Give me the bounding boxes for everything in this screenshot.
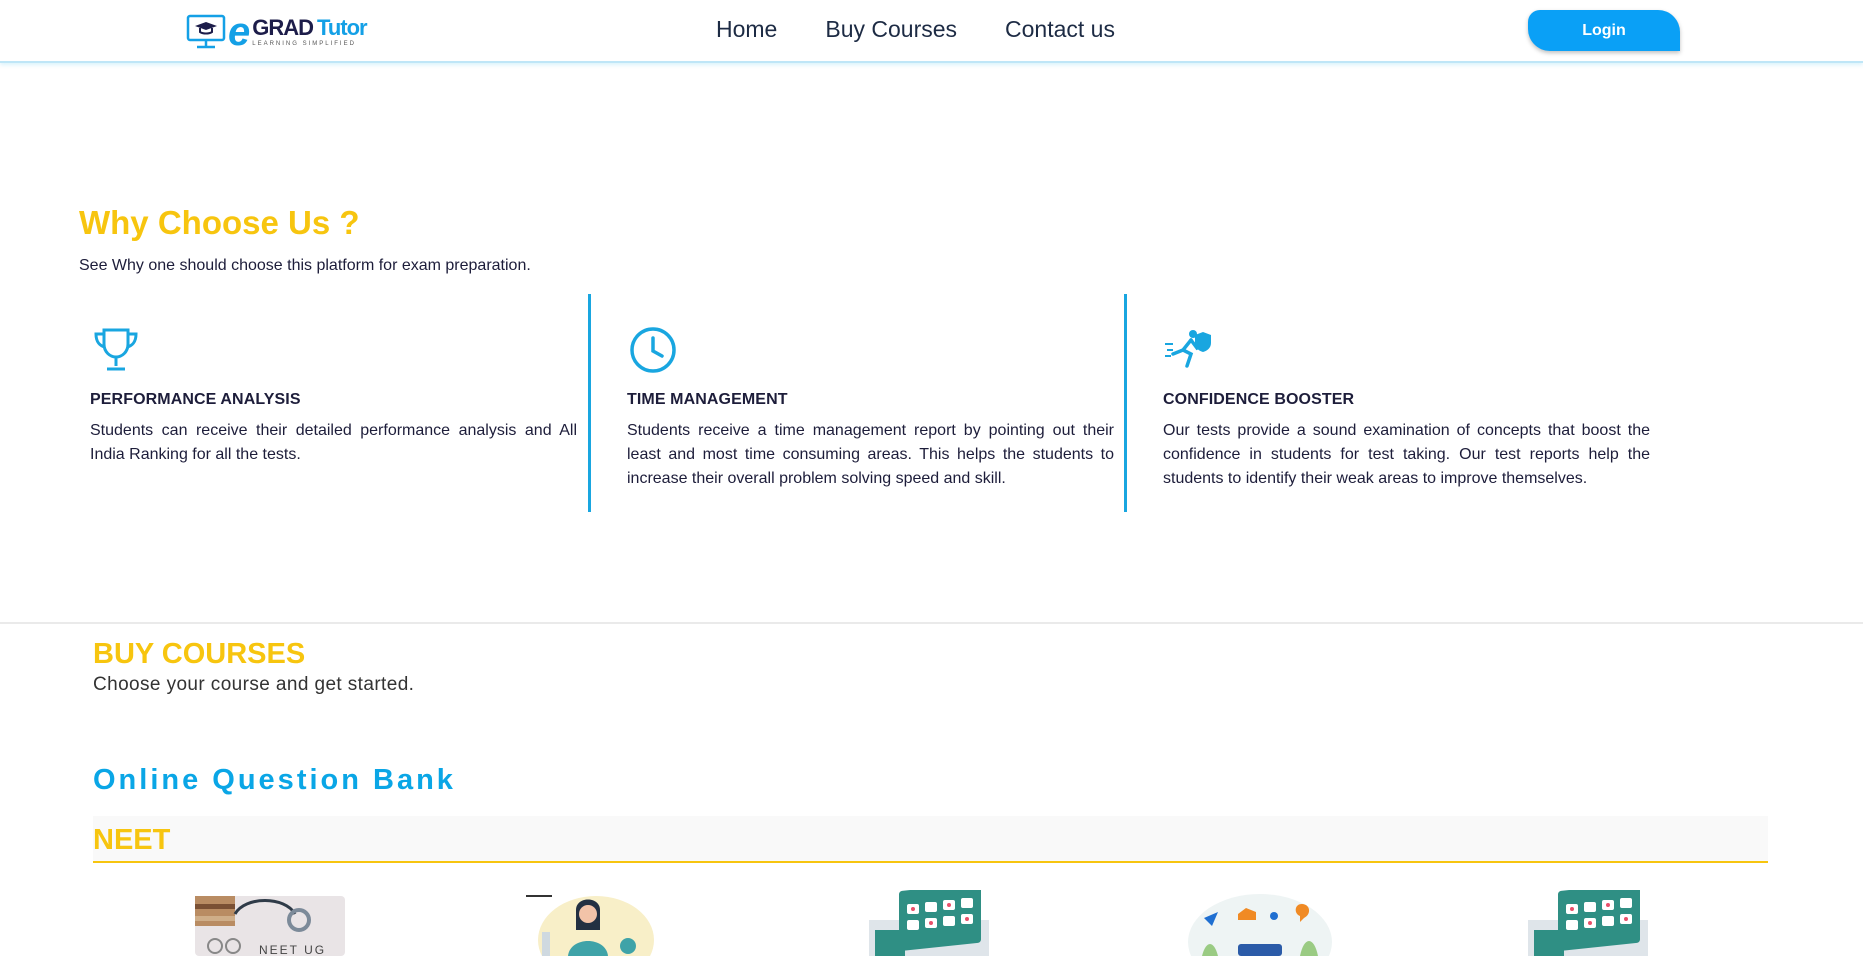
calendar-grid-illustration: [869, 890, 989, 956]
why-choose-title: Why Choose Us ?: [79, 204, 360, 241]
nav-contact-us[interactable]: Contact us: [1005, 14, 1115, 44]
nav-home[interactable]: Home: [716, 14, 777, 44]
neet-ug-thumbnail: NEET UG: [195, 896, 345, 956]
course-card-neet-ug[interactable]: NEET UG: [195, 890, 347, 956]
online-question-bank-title: Online Question Bank: [93, 764, 456, 796]
category-title: NEET: [93, 824, 171, 856]
site-header: e GRAD Tutor LEARNING SIMPLIFIED Home Buy…: [0, 0, 1863, 63]
category-header-neet: NEET: [93, 816, 1768, 863]
logo-e: e: [228, 10, 251, 54]
feature-title: CONFIDENCE BOOSTER: [1163, 391, 1355, 408]
logo-wordmark: GRAD Tutor LEARNING SIMPLIFIED: [252, 14, 368, 48]
why-choose-subtitle: See Why one should choose this platform …: [79, 257, 531, 274]
feature-text: Students can receive their detailed perf…: [90, 422, 577, 463]
main-nav: Home Buy Courses Contact us: [716, 14, 1115, 44]
course-card-2[interactable]: [524, 890, 676, 956]
logo-tutor: Tutor: [317, 14, 368, 40]
logo-tagline: LEARNING SIMPLIFIED: [252, 40, 356, 47]
calendar-grid-illustration: [1528, 890, 1648, 956]
section-divider: [0, 622, 1863, 624]
course-card-3[interactable]: [853, 890, 1005, 956]
course-cards-row: NEET UG: [0, 890, 1863, 956]
trophy-icon: [94, 328, 138, 371]
course-card-5[interactable]: [1512, 890, 1664, 956]
feature-text: Our tests provide a sound examination of…: [1163, 422, 1650, 487]
login-button[interactable]: Login: [1528, 10, 1680, 51]
feature-time-management: TIME MANAGEMENT Students receive a time …: [588, 294, 1124, 512]
runner-shield-icon: [1165, 330, 1211, 368]
course-card-4[interactable]: [1184, 890, 1336, 956]
feature-confidence-booster: CONFIDENCE BOOSTER Our tests provide a s…: [1124, 294, 1660, 512]
logo-grad: GRAD: [252, 14, 314, 40]
buy-courses-subtitle: Choose your course and get started.: [93, 674, 415, 695]
feature-text: Students receive a time management repor…: [627, 422, 1114, 487]
feature-title: PERFORMANCE ANALYSIS: [90, 391, 301, 408]
card-label: NEET UG: [259, 943, 326, 956]
feature-performance-analysis: PERFORMANCE ANALYSIS Students can receiv…: [79, 294, 588, 512]
egradtutor-logo[interactable]: e GRAD Tutor LEARNING SIMPLIFIED: [186, 10, 368, 54]
nav-buy-courses[interactable]: Buy Courses: [825, 14, 957, 44]
feature-title: TIME MANAGEMENT: [627, 391, 788, 408]
clock-icon: [630, 327, 676, 373]
monitor-graduation-cap-icon: [186, 14, 226, 49]
student-illustration: [526, 895, 654, 956]
online-learning-illustration: [1188, 894, 1332, 956]
features-row: PERFORMANCE ANALYSIS Students can receiv…: [79, 294, 1651, 512]
buy-courses-title: BUY COURSES: [93, 638, 306, 670]
